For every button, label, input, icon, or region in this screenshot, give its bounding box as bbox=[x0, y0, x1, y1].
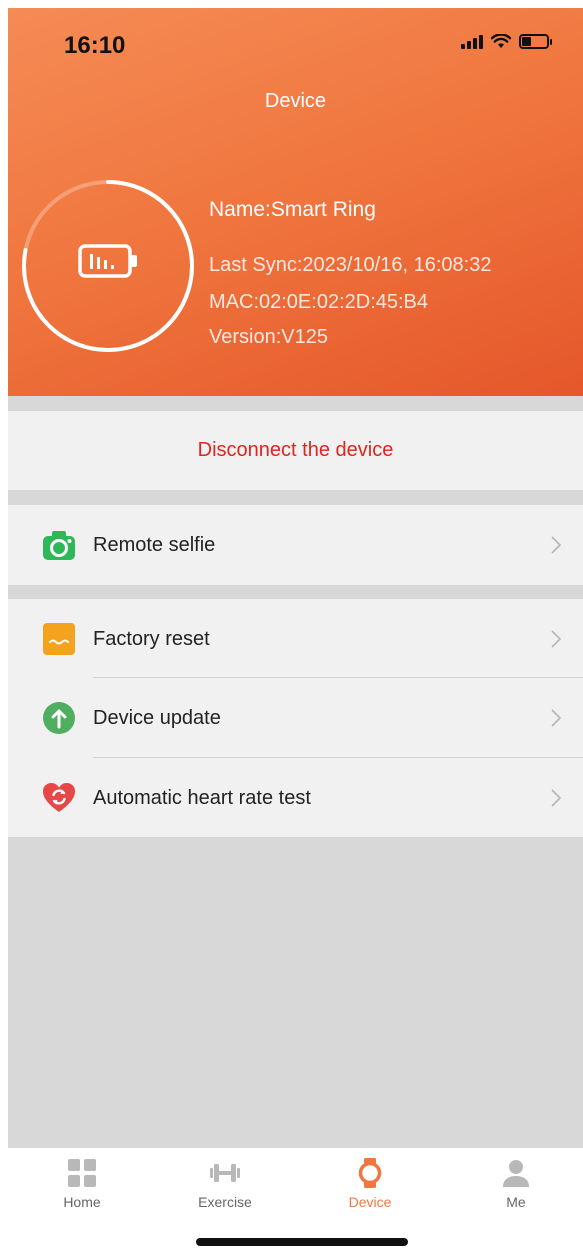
grid-icon bbox=[68, 1159, 96, 1187]
ring-battery-icon bbox=[78, 244, 137, 278]
factory-reset-row[interactable]: Factory reset bbox=[8, 599, 583, 679]
selfie-section: Remote selfie bbox=[8, 505, 583, 585]
tab-me[interactable]: Me bbox=[461, 1158, 571, 1210]
tab-exercise[interactable]: Exercise bbox=[170, 1158, 280, 1210]
chevron-right-icon bbox=[551, 536, 561, 554]
camera-icon bbox=[43, 531, 75, 560]
chevron-right-icon bbox=[551, 789, 561, 807]
tab-device-label: Device bbox=[348, 1194, 392, 1210]
tab-exercise-label: Exercise bbox=[198, 1194, 252, 1210]
person-icon bbox=[503, 1160, 529, 1187]
chevron-right-icon bbox=[551, 630, 561, 648]
device-update-label: Device update bbox=[93, 706, 221, 729]
device-settings-section: Factory reset Device update Automatic he… bbox=[8, 599, 583, 837]
mac-address: MAC:02:0E:02:2D:45:B4 bbox=[209, 291, 429, 313]
heart-rate-test-label: Automatic heart rate test bbox=[93, 786, 311, 809]
heart-rate-test-row[interactable]: Automatic heart rate test bbox=[8, 758, 583, 838]
cellular-signal-icon bbox=[461, 34, 483, 49]
remote-selfie-row[interactable]: Remote selfie bbox=[8, 505, 583, 585]
dumbbell-icon bbox=[210, 1164, 240, 1182]
device-name: Name:Smart Ring bbox=[209, 198, 376, 221]
heart-refresh-icon bbox=[43, 783, 75, 812]
tab-home-label: Home bbox=[63, 1194, 101, 1210]
battery-status-icon bbox=[519, 34, 552, 49]
status-time: 16:10 bbox=[64, 32, 126, 59]
watch-icon bbox=[358, 1158, 382, 1188]
factory-reset-icon bbox=[43, 623, 75, 655]
remote-selfie-label: Remote selfie bbox=[93, 533, 216, 556]
last-sync: Last Sync:2023/10/16, 16:08:32 bbox=[209, 254, 492, 276]
tab-home[interactable]: Home bbox=[27, 1158, 137, 1210]
disconnect-button[interactable]: Disconnect the device bbox=[8, 411, 583, 490]
device-update-row[interactable]: Device update bbox=[8, 678, 583, 758]
firmware-version: Version:V125 bbox=[209, 326, 328, 348]
device-screen: 16:10 Device Name:Smart Ring Last Sync:2… bbox=[8, 8, 583, 1248]
chevron-right-icon bbox=[551, 709, 561, 727]
tab-device[interactable]: Device bbox=[315, 1158, 425, 1210]
factory-reset-label: Factory reset bbox=[93, 627, 210, 650]
page-title: Device bbox=[264, 90, 327, 112]
wifi-icon bbox=[491, 34, 511, 48]
tab-me-label: Me bbox=[506, 1194, 526, 1210]
device-header: 16:10 Device Name:Smart Ring Last Sync:2… bbox=[8, 8, 583, 396]
tab-bar: Home Exercise Device Me bbox=[8, 1148, 583, 1248]
upload-arrow-icon bbox=[43, 702, 75, 734]
home-indicator[interactable] bbox=[196, 1238, 408, 1246]
status-icons bbox=[461, 34, 552, 49]
